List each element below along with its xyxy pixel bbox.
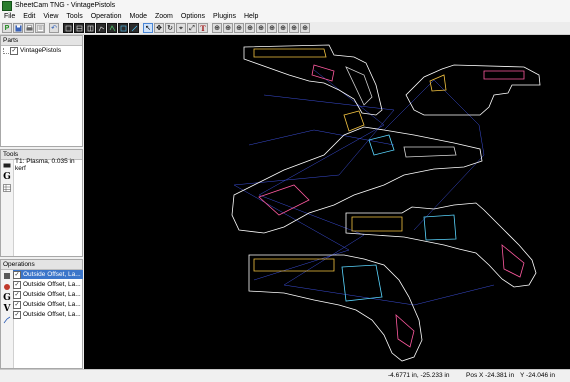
status-pos-y: Y -24.046 in xyxy=(520,372,555,379)
view-mode-3-icon[interactable] xyxy=(85,23,95,33)
tool-item-t1[interactable]: T1: Plasma, 0.035 in kerf xyxy=(13,157,85,172)
tree-line-icon xyxy=(3,47,9,54)
operation-checkbox[interactable]: ✓ xyxy=(13,310,21,319)
new-tool-icon[interactable] xyxy=(2,161,12,171)
save-icon[interactable] xyxy=(13,23,23,33)
point-tool-4-icon[interactable]: ⊕ xyxy=(245,23,255,33)
menu-edit[interactable]: Edit xyxy=(19,13,39,20)
path-operation-icon[interactable] xyxy=(2,315,12,325)
start-point-icon[interactable]: ⌖ xyxy=(176,23,186,33)
operations-panel: Operations G V ✓ Outside Offset, La... ✓… xyxy=(0,259,83,369)
menu-options[interactable]: Options xyxy=(177,13,209,20)
operation-row[interactable]: ✓ Outside Offset, La... xyxy=(13,280,83,289)
window-title: SheetCam TNG - VintagePistols xyxy=(15,2,116,9)
point-tool-9-icon[interactable]: ⊕ xyxy=(300,23,310,33)
operation-row[interactable]: ✓ Outside Offset, La... xyxy=(13,290,83,299)
pistol-drawing xyxy=(231,44,541,362)
point-tool-7-icon[interactable]: ⊕ xyxy=(278,23,288,33)
toolbar: P ↶ ↖ ✥ ↻ ⌖ ⤢ T ⊕ ⊕ ⊕ ⊕ ⊕ ⊕ ⊕ ⊕ ⊕ xyxy=(0,22,570,35)
view-mode-1-icon[interactable] xyxy=(63,23,73,33)
tools-side-toolbar: G xyxy=(1,160,14,256)
parts-panel-title: Parts xyxy=(1,36,82,46)
drawing-viewport[interactable] xyxy=(84,35,570,369)
operation-checkbox[interactable]: ✓ xyxy=(13,280,21,289)
view-mode-2-icon[interactable] xyxy=(74,23,84,33)
point-tool-3-icon[interactable]: ⊕ xyxy=(234,23,244,33)
new-operation-icon[interactable] xyxy=(2,271,12,281)
select-tool-icon[interactable]: ↖ xyxy=(143,23,153,33)
part-item-vintagepistols[interactable]: ✓ VintagePistols xyxy=(1,46,82,55)
text-tool-icon[interactable]: T xyxy=(198,23,208,33)
parts-panel: Parts ✓ VintagePistols xyxy=(0,35,83,147)
gcode-tool-icon[interactable]: G xyxy=(2,172,12,182)
menu-operation[interactable]: Operation xyxy=(87,13,126,20)
menu-tools[interactable]: Tools xyxy=(62,13,86,20)
operation-checkbox[interactable]: ✓ xyxy=(13,270,21,279)
status-cursor-position: -4.6771 in, -25.233 in xyxy=(388,372,450,379)
view-mode-6-icon[interactable] xyxy=(118,23,128,33)
pistol-1-outline xyxy=(243,44,383,116)
rotate-tool-icon[interactable]: ↻ xyxy=(165,23,175,33)
scale-tool-icon[interactable]: ⤢ xyxy=(187,23,197,33)
menu-view[interactable]: View xyxy=(39,13,62,20)
menu-plugins[interactable]: Plugins xyxy=(209,13,240,20)
operation-row[interactable]: ✓ Outside Offset, La... xyxy=(13,270,83,279)
operation-label: Outside Offset, La... xyxy=(23,311,81,318)
operation-row[interactable]: ✓ Outside Offset, La... xyxy=(13,300,83,309)
point-tool-8-icon[interactable]: ⊕ xyxy=(289,23,299,33)
part-checkbox[interactable]: ✓ xyxy=(10,46,18,55)
point-tool-6-icon[interactable]: ⊕ xyxy=(267,23,277,33)
options-icon[interactable] xyxy=(35,23,45,33)
move-tool-icon[interactable]: ✥ xyxy=(154,23,164,33)
post-process-icon[interactable]: P xyxy=(2,23,12,33)
part-label: VintagePistols xyxy=(20,47,62,54)
operation-checkbox[interactable]: ✓ xyxy=(13,300,21,309)
tool-label: T1: Plasma, 0.035 in kerf xyxy=(15,157,75,172)
drill-operation-icon[interactable] xyxy=(2,282,12,292)
menu-help[interactable]: Help xyxy=(240,13,262,20)
pistol-4-outline xyxy=(345,202,537,288)
point-tool-2-icon[interactable]: ⊕ xyxy=(223,23,233,33)
operation-checkbox[interactable]: ✓ xyxy=(13,290,21,299)
view-mode-7-icon[interactable] xyxy=(129,23,139,33)
gcode-operation-icon[interactable]: G xyxy=(2,293,12,303)
vcarve-operation-icon[interactable]: V xyxy=(2,304,12,314)
pistol-2-outline xyxy=(405,64,541,116)
operation-label: Outside Offset, La... xyxy=(23,291,81,298)
sheetcam-app-icon xyxy=(2,0,12,11)
point-tool-5-icon[interactable]: ⊕ xyxy=(256,23,266,33)
status-pos-x: Pos X -24.381 in xyxy=(466,372,515,379)
status-bar: -4.6771 in, -25.233 in Pos X -24.381 in … xyxy=(0,369,570,382)
print-icon[interactable] xyxy=(24,23,34,33)
tool-table-icon[interactable] xyxy=(2,183,12,193)
operation-label: Outside Offset, La... xyxy=(23,271,81,278)
menu-bar: File Edit View Tools Operation Mode Zoom… xyxy=(0,11,570,22)
pistol-5-outline xyxy=(248,254,423,362)
operation-row[interactable]: ✓ Outside Offset, La... xyxy=(13,310,83,319)
point-tool-1-icon[interactable]: ⊕ xyxy=(212,23,222,33)
operation-label: Outside Offset, La... xyxy=(23,281,81,288)
tools-panel: Tools G T1: Plasma, 0.035 in kerf xyxy=(0,149,83,257)
undo-icon[interactable]: ↶ xyxy=(49,23,59,33)
view-mode-5-icon[interactable] xyxy=(107,23,117,33)
view-mode-4-icon[interactable] xyxy=(96,23,106,33)
operation-label: Outside Offset, La... xyxy=(23,301,81,308)
operations-panel-title: Operations xyxy=(1,260,82,270)
menu-file[interactable]: File xyxy=(0,13,19,20)
menu-zoom[interactable]: Zoom xyxy=(151,13,177,20)
pistol-3-outline xyxy=(231,110,483,234)
menu-mode[interactable]: Mode xyxy=(125,13,151,20)
